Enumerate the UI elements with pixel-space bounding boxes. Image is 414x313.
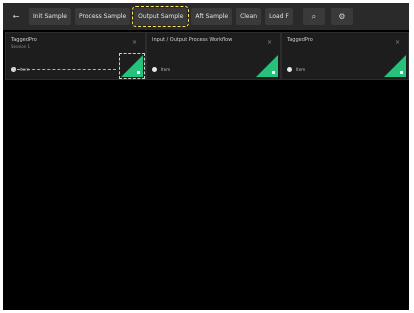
card-title: TaggedPro bbox=[287, 37, 313, 43]
gear-icon[interactable]: ⚙ bbox=[330, 8, 353, 25]
card-user-label: Item bbox=[296, 67, 306, 72]
card-row: TaggedPro Session 1 × Item Input / Outpu… bbox=[5, 32, 409, 80]
card-user-label: Item bbox=[161, 67, 171, 72]
workflow-card[interactable]: Input / Output Process Workflow × Item bbox=[146, 32, 281, 80]
close-icon[interactable]: × bbox=[395, 39, 400, 46]
card-user: Item bbox=[287, 67, 305, 72]
drag-guide-line bbox=[17, 69, 116, 70]
load-button[interactable]: Load F bbox=[265, 8, 293, 25]
app-window: ← Init Sample Process Sample Output Samp… bbox=[3, 3, 409, 310]
workflow-card[interactable]: TaggedPro Session 1 × Item bbox=[5, 32, 146, 80]
back-arrow-icon[interactable]: ← bbox=[3, 3, 29, 30]
init-sample-button[interactable]: Init Sample bbox=[29, 8, 71, 25]
card-title: Input / Output Process Workflow bbox=[152, 37, 233, 43]
drag-handle[interactable] bbox=[12, 67, 16, 71]
close-icon[interactable]: × bbox=[132, 39, 137, 46]
process-sample-button[interactable]: Process Sample bbox=[75, 8, 131, 25]
card-title: TaggedPro bbox=[11, 37, 37, 43]
status-triangle-icon[interactable] bbox=[384, 55, 406, 77]
toolbar: ← Init Sample Process Sample Output Samp… bbox=[3, 3, 409, 30]
clean-button[interactable]: Clean bbox=[236, 8, 262, 25]
search-icon[interactable]: ⌕ bbox=[302, 8, 325, 25]
avatar bbox=[152, 67, 157, 72]
output-sample-button[interactable]: Output Sample bbox=[132, 6, 190, 27]
card-subtitle: Session 1 bbox=[11, 44, 31, 49]
status-triangle-icon[interactable] bbox=[256, 55, 278, 77]
workflow-card[interactable]: TaggedPro × Item bbox=[281, 32, 409, 80]
avatar bbox=[287, 67, 292, 72]
card-user: Item bbox=[152, 67, 170, 72]
status-triangle-icon[interactable] bbox=[119, 53, 145, 79]
aft-sample-button[interactable]: Aft Sample bbox=[191, 8, 233, 25]
close-icon[interactable]: × bbox=[267, 39, 272, 46]
